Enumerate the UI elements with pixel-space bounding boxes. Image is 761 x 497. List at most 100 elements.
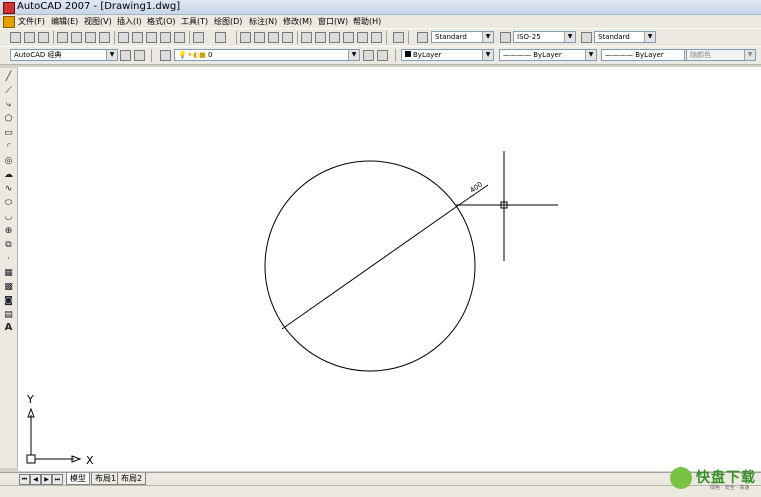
menu-insert[interactable]: 插入(I): [117, 16, 142, 27]
menu-dimension[interactable]: 标注(N): [249, 16, 277, 27]
rectangle-icon[interactable]: ▭: [3, 128, 14, 138]
menu-file[interactable]: 文件(F): [18, 16, 45, 27]
polygon-icon[interactable]: ⬠: [3, 114, 14, 124]
copy-icon[interactable]: [132, 32, 143, 43]
workspace-select[interactable]: AutoCAD 经典 ▼: [10, 49, 118, 61]
tab-layout1[interactable]: 布局1: [91, 473, 121, 485]
new-icon[interactable]: [10, 32, 21, 43]
design-center-icon[interactable]: [315, 32, 326, 43]
make-object-layer-current-icon[interactable]: [363, 50, 374, 61]
open-icon[interactable]: [24, 32, 35, 43]
menu-modify[interactable]: 修改(M): [283, 16, 312, 27]
plot-style-select[interactable]: 随颜色 ▼: [686, 49, 756, 61]
arc-icon[interactable]: ◜: [3, 142, 14, 152]
first-tab-button[interactable]: ⏮: [19, 474, 30, 485]
revision-cloud-icon[interactable]: ☁: [3, 170, 14, 180]
workspace-settings-icon[interactable]: [120, 50, 131, 61]
match-properties-icon[interactable]: [160, 32, 171, 43]
menu-view[interactable]: 视图(V): [84, 16, 112, 27]
cut-icon[interactable]: [118, 32, 129, 43]
chevron-down-icon[interactable]: ▼: [744, 50, 755, 60]
spline-icon[interactable]: ∿: [3, 184, 14, 194]
block-editor-icon[interactable]: [174, 32, 185, 43]
color-swatch: [405, 51, 411, 57]
chevron-down-icon[interactable]: ▼: [482, 32, 493, 42]
text-style-icon[interactable]: [417, 32, 428, 43]
menu-window[interactable]: 窗口(W): [318, 16, 348, 27]
toolbar-separator: [151, 49, 152, 62]
quickcalc-icon[interactable]: [371, 32, 382, 43]
make-block-icon[interactable]: ⧉: [3, 240, 14, 250]
dimension-style-icon[interactable]: [500, 32, 511, 43]
chevron-down-icon[interactable]: ▼: [348, 50, 359, 60]
menu-format[interactable]: 格式(O): [147, 16, 176, 27]
text-style-select[interactable]: Standard ▼: [431, 31, 494, 43]
last-tab-button[interactable]: ⏭: [52, 474, 63, 485]
polyline-icon[interactable]: ⤷: [3, 100, 14, 110]
chevron-down-icon[interactable]: ▼: [585, 50, 596, 60]
sheet-set-manager-icon[interactable]: [343, 32, 354, 43]
diameter-dimension-line[interactable]: [281, 206, 457, 330]
drawing-svg[interactable]: 400 Y X: [18, 67, 761, 471]
markup-set-manager-icon[interactable]: [357, 32, 368, 43]
dimension-style-select[interactable]: ISO-25 ▼: [513, 31, 576, 43]
zoom-window-icon[interactable]: [268, 32, 279, 43]
drawing-area[interactable]: 400 Y X: [18, 67, 761, 471]
circle-icon[interactable]: ◎: [3, 156, 14, 166]
zoom-realtime-icon[interactable]: [254, 32, 265, 43]
region-icon[interactable]: ◙: [3, 296, 14, 306]
pan-realtime-icon[interactable]: [240, 32, 251, 43]
layer-properties-manager-icon[interactable]: [160, 50, 171, 61]
paste-icon[interactable]: [146, 32, 157, 43]
point-icon[interactable]: ·: [3, 254, 14, 264]
plot-style-value: 随颜色: [690, 51, 711, 59]
undo-icon[interactable]: [193, 32, 204, 43]
zoom-previous-icon[interactable]: [282, 32, 293, 43]
document-icon[interactable]: [3, 16, 15, 28]
chevron-down-icon[interactable]: ▼: [564, 32, 575, 42]
plot-preview-icon[interactable]: [71, 32, 82, 43]
tab-model[interactable]: 模型: [66, 473, 90, 485]
gradient-icon[interactable]: ▩: [3, 282, 14, 292]
chevron-down-icon[interactable]: ▼: [644, 32, 655, 42]
ellipse-icon[interactable]: ⬭: [3, 198, 14, 208]
ucs-y-label: Y: [26, 393, 34, 406]
multiline-text-icon[interactable]: A: [3, 323, 14, 333]
plot-icon[interactable]: [57, 32, 68, 43]
line-icon[interactable]: ╱: [3, 72, 14, 82]
table-icon[interactable]: ▤: [3, 310, 14, 320]
layer-previous-icon[interactable]: [377, 50, 388, 61]
color-select[interactable]: ByLayer ▼: [401, 49, 494, 61]
tab-layout2[interactable]: 布局2: [117, 473, 147, 485]
menu-edit[interactable]: 编辑(E): [51, 16, 78, 27]
circle-entity[interactable]: [264, 160, 476, 372]
properties-icon[interactable]: [301, 32, 312, 43]
next-tab-button[interactable]: ▶: [41, 474, 52, 485]
chevron-down-icon[interactable]: ▼: [482, 50, 493, 60]
linetype-select[interactable]: ———— ByLayer ▼: [499, 49, 597, 61]
menu-draw[interactable]: 绘图(D): [214, 16, 242, 27]
help-icon[interactable]: [393, 32, 404, 43]
insert-block-icon[interactable]: ⊕: [3, 226, 14, 236]
layer-select[interactable]: 💡☀◐■ 0 ▼: [174, 49, 360, 61]
save-icon[interactable]: [38, 32, 49, 43]
menu-help[interactable]: 帮助(H): [353, 16, 381, 27]
hatch-icon[interactable]: ▦: [3, 268, 14, 278]
lineweight-sample: ————: [605, 51, 636, 59]
3d-dwf-icon[interactable]: [99, 32, 110, 43]
chevron-down-icon[interactable]: ▼: [106, 50, 117, 60]
menu-tools[interactable]: 工具(T): [181, 16, 208, 27]
construction-line-icon[interactable]: ⟋: [3, 86, 14, 96]
table-style-icon[interactable]: [581, 32, 592, 43]
toolbar-separator: [189, 31, 190, 44]
layer-value: 0: [207, 51, 213, 59]
redo-icon[interactable]: [215, 32, 226, 43]
layers-properties-toolbar: AutoCAD 经典 ▼ 💡☀◐■ 0 ▼ ByLayer ▼ ———— ByL…: [0, 46, 761, 65]
table-style-select[interactable]: Standard ▼: [594, 31, 656, 43]
save-workspace-icon[interactable]: [134, 50, 145, 61]
lineweight-select[interactable]: ———— ByLayer ▼: [601, 49, 696, 61]
ellipse-arc-icon[interactable]: ◡: [3, 212, 14, 222]
previous-tab-button[interactable]: ◀: [30, 474, 41, 485]
publish-icon[interactable]: [85, 32, 96, 43]
tool-palettes-icon[interactable]: [329, 32, 340, 43]
